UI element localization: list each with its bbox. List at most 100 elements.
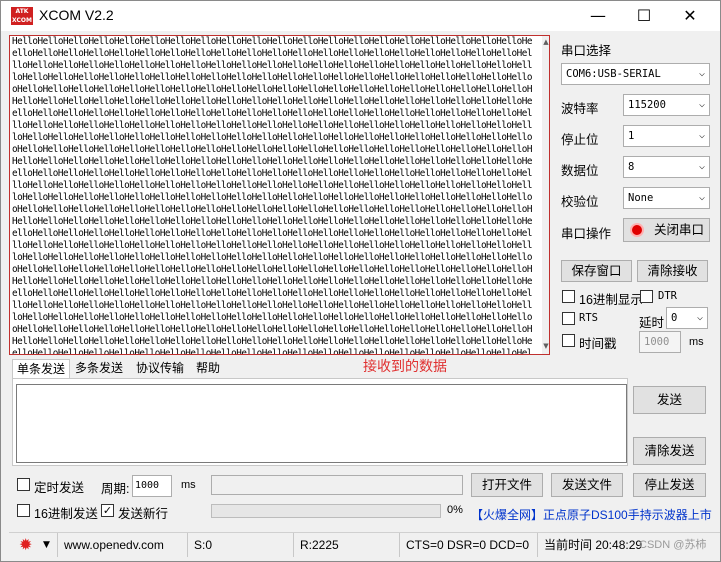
stop-bits-select[interactable]: 1 ⌵	[623, 125, 710, 147]
chevron-down-icon: ⌵	[698, 68, 705, 79]
tab-single-send[interactable]: 单条发送	[12, 359, 71, 378]
period-unit: ms	[181, 479, 196, 491]
tab-multi-send[interactable]: 多条发送	[71, 359, 127, 378]
current-time: 当前时间 20:48:29	[537, 533, 642, 557]
progress-label: 0%	[447, 504, 463, 516]
receive-line: loHelloHelloHelloHelloHelloHelloHelloHel…	[12, 72, 532, 83]
stop-send-button[interactable]: 停止发送	[633, 473, 706, 497]
send-file-button[interactable]: 发送文件	[551, 473, 623, 497]
hex-send-label: 16进制发送	[34, 507, 98, 521]
receive-line: HelloHelloHelloHelloHelloHelloHelloHello…	[12, 96, 532, 107]
scroll-down-icon[interactable]: ▼	[542, 342, 549, 350]
rts-checkbox[interactable]	[562, 312, 575, 325]
xcom-logo-icon: ATK XCOM	[11, 7, 33, 25]
baud-select-value: 115200	[628, 99, 666, 111]
line-status: CTS=0 DSR=0 DCD=0	[399, 533, 537, 557]
file-path-input[interactable]	[211, 475, 463, 495]
period-input[interactable]: 1000	[132, 475, 172, 497]
receive-line: elloHelloHelloHelloHelloHelloHelloHelloH…	[12, 348, 532, 354]
hex-display-checkbox[interactable]	[562, 290, 575, 303]
data-bits-label: 数据位	[561, 164, 599, 178]
send-button[interactable]: 发送	[633, 386, 706, 414]
receive-line: lloHelloHelloHelloHelloHelloHelloHelloHe…	[12, 300, 532, 311]
rts-label: RTS	[579, 312, 598, 324]
save-window-button[interactable]: 保存窗口	[561, 260, 632, 282]
clear-send-button[interactable]: 清除发送	[633, 437, 706, 465]
receive-line: loHelloHelloHelloHelloHelloHelloHelloHel…	[12, 132, 532, 143]
timed-send-checkbox[interactable]	[17, 478, 30, 491]
receive-line: HelloHelloHelloHelloHelloHelloHelloHello…	[12, 336, 532, 347]
receive-line: elloHelloHelloHelloHelloHelloHelloHelloH…	[12, 288, 532, 299]
dtr-checkbox[interactable]	[640, 290, 653, 303]
clear-receive-button[interactable]: 清除接收	[637, 260, 708, 282]
gear-icon[interactable]: ✹	[19, 536, 32, 554]
chevron-down-icon: ⌵	[698, 130, 705, 141]
app-window: ATK XCOM XCOM V2.2 — ☐ ✕ HelloHelloHelloH…	[0, 0, 721, 562]
delay-select[interactable]: 0 ⌵	[666, 307, 708, 329]
receive-line: oHelloHelloHelloHelloHelloHelloHelloHell…	[12, 324, 532, 335]
port-op-label: 串口操作	[561, 227, 612, 241]
close-port-label: 关闭串口	[654, 223, 705, 237]
website-url[interactable]: www.openedv.com	[57, 533, 187, 557]
timestamp-label: 时间戳	[579, 337, 617, 351]
hex-send-checkbox[interactable]	[17, 504, 30, 517]
scroll-up-icon[interactable]: ▲	[542, 38, 549, 46]
open-file-button[interactable]: 打开文件	[471, 473, 543, 497]
title-bar[interactable]: ATK XCOM XCOM V2.2 — ☐ ✕	[1, 1, 720, 31]
status-bar: ✹ ▼ www.openedv.com S:0 R:2225 CTS=0 DSR…	[9, 532, 720, 557]
period-label: 周期:	[101, 482, 130, 496]
dtr-label: DTR	[658, 290, 677, 302]
port-select[interactable]: COM6:USB-SERIAL ⌵	[561, 63, 710, 85]
port-status-icon	[630, 223, 644, 237]
chevron-down-icon: ⌵	[698, 161, 705, 172]
stop-bits-value: 1	[628, 130, 635, 142]
send-input[interactable]	[16, 384, 627, 463]
baud-label: 波特率	[561, 102, 599, 116]
receive-line: loHelloHelloHelloHelloHelloHelloHelloHel…	[12, 252, 532, 263]
data-bits-value: 8	[628, 161, 635, 173]
receive-line: lloHelloHelloHelloHelloHelloHelloHelloHe…	[12, 240, 532, 251]
receive-line: oHelloHelloHelloHelloHelloHelloHelloHell…	[12, 84, 532, 95]
port-select-value: COM6:USB-SERIAL	[566, 68, 661, 80]
close-button[interactable]: ✕	[667, 1, 713, 31]
timestamp-unit: ms	[689, 336, 704, 348]
receive-area[interactable]: HelloHelloHelloHelloHelloHelloHelloHello…	[9, 35, 550, 355]
sent-count: S:0	[187, 533, 293, 557]
receive-text: HelloHelloHelloHelloHelloHelloHelloHello…	[12, 36, 532, 354]
maximize-button[interactable]: ☐	[621, 1, 667, 31]
receive-line: loHelloHelloHelloHelloHelloHelloHelloHel…	[12, 312, 532, 323]
received-count: R:2225	[293, 533, 399, 557]
tab-help[interactable]: 帮助	[192, 359, 224, 378]
receive-line: loHelloHelloHelloHelloHelloHelloHelloHel…	[12, 192, 532, 203]
receive-annotation: 接收到的数据	[363, 358, 447, 374]
delay-label: 延时	[639, 316, 665, 330]
progress-bar	[211, 504, 441, 518]
receive-line: oHelloHelloHelloHelloHelloHelloHelloHell…	[12, 264, 532, 275]
data-bits-select[interactable]: 8 ⌵	[623, 156, 710, 178]
stop-bits-label: 停止位	[561, 133, 599, 147]
dropdown-arrow-icon[interactable]: ▼	[43, 533, 50, 557]
port-label: 串口选择	[561, 44, 612, 58]
receive-line: elloHelloHelloHelloHelloHelloHelloHelloH…	[12, 108, 532, 119]
ad-link[interactable]: 【火爆全网】正点原子DS100手持示波器上市	[471, 506, 712, 523]
minimize-button[interactable]: —	[575, 1, 621, 31]
receive-line: HelloHelloHelloHelloHelloHelloHelloHello…	[12, 156, 532, 167]
hex-display-label: 16进制显示	[579, 293, 643, 307]
receive-line: lloHelloHelloHelloHelloHelloHelloHelloHe…	[12, 120, 532, 131]
tab-protocol[interactable]: 协议传输	[132, 359, 188, 378]
parity-select[interactable]: None ⌵	[623, 187, 710, 209]
timestamp-checkbox[interactable]	[562, 334, 575, 347]
parity-label: 校验位	[561, 195, 599, 209]
delay-value: 0	[671, 312, 678, 324]
receive-line: oHelloHelloHelloHelloHelloHelloHelloHell…	[12, 204, 532, 215]
timestamp-input[interactable]: 1000	[639, 331, 681, 353]
receive-line: HelloHelloHelloHelloHelloHelloHelloHello…	[12, 216, 532, 227]
baud-select[interactable]: 115200 ⌵	[623, 94, 710, 116]
receive-line: HelloHelloHelloHelloHelloHelloHelloHello…	[12, 36, 532, 47]
timed-send-label: 定时发送	[34, 481, 85, 495]
close-port-button[interactable]: 关闭串口	[623, 218, 710, 242]
receive-line: elloHelloHelloHelloHelloHelloHelloHelloH…	[12, 168, 532, 179]
window-title: XCOM V2.2	[39, 7, 114, 23]
newline-checkbox[interactable]: ✓	[101, 504, 114, 517]
receive-scrollbar[interactable]: ▲ ▼	[542, 36, 549, 354]
